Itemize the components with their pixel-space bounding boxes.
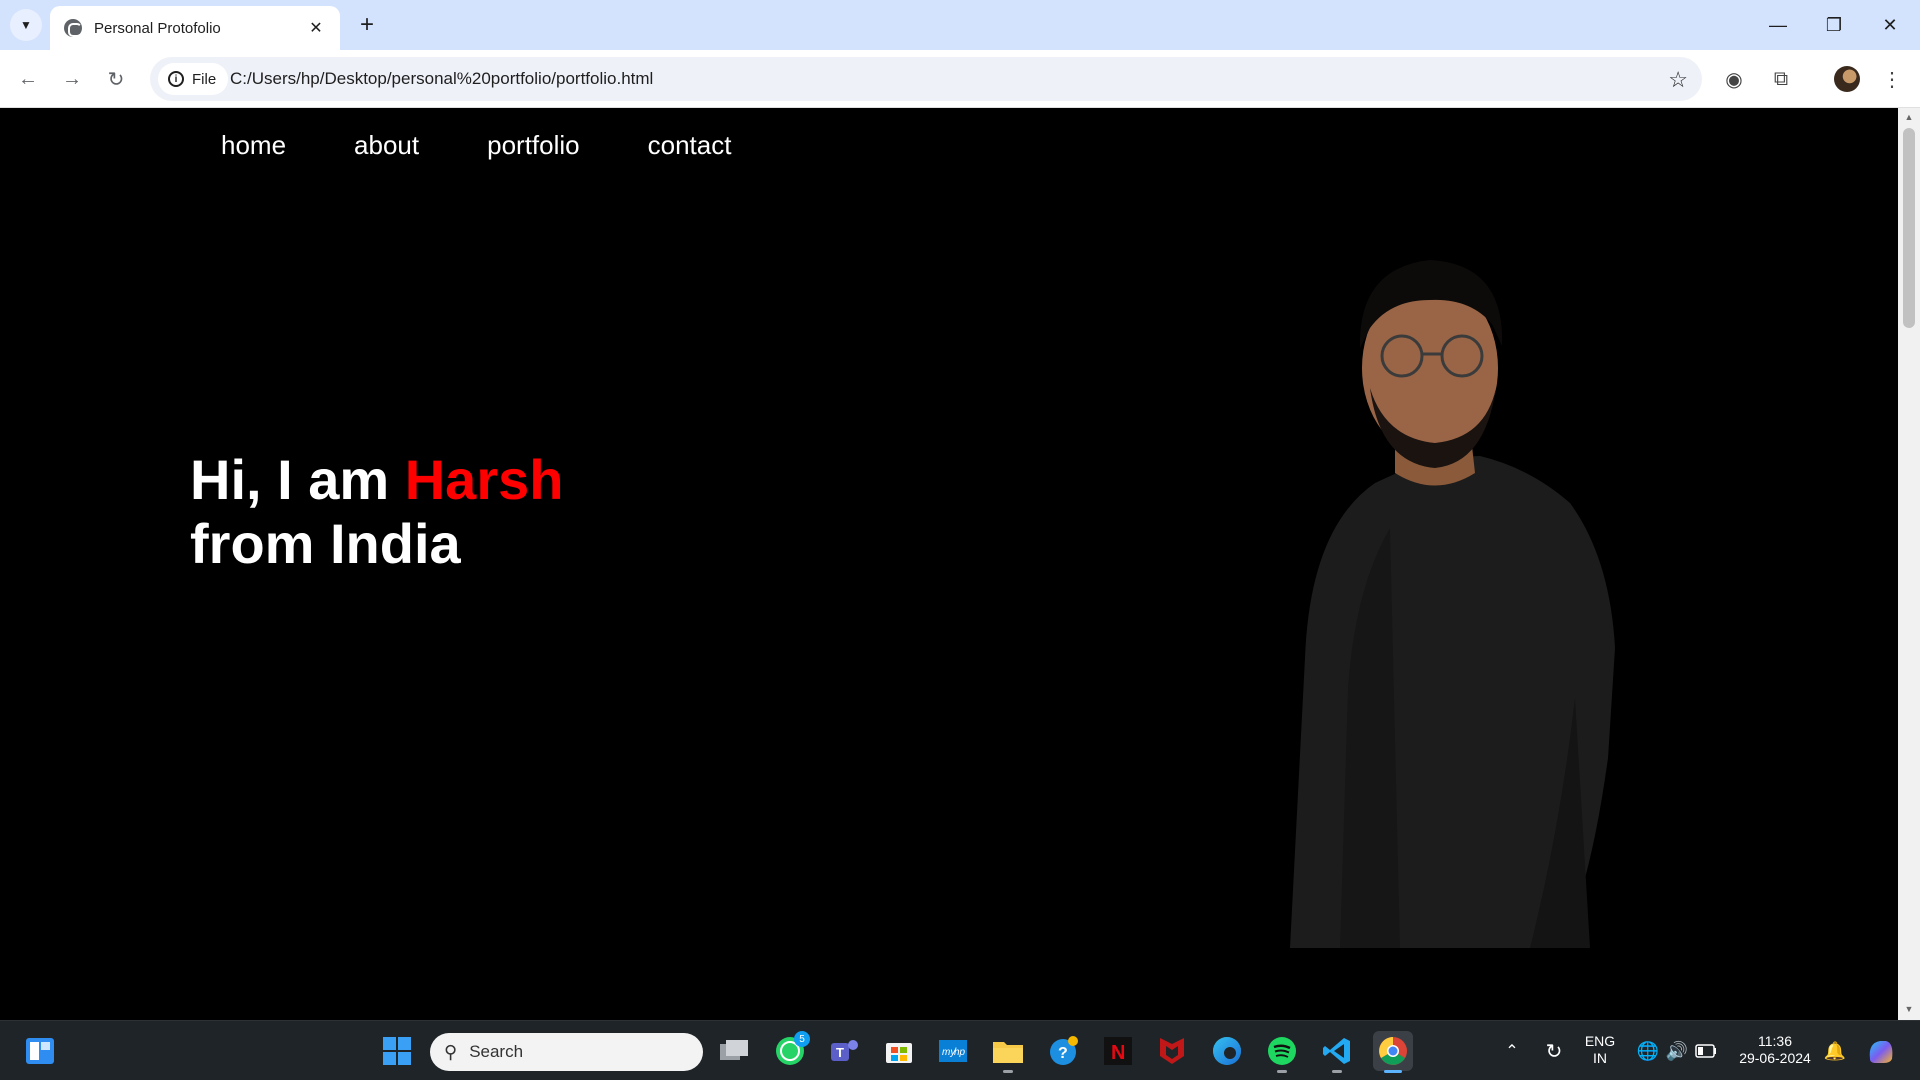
close-tab-icon[interactable]: ✕ (306, 18, 326, 38)
tab-active[interactable]: Personal Protofolio ✕ (50, 6, 340, 50)
microsoft-store-icon[interactable] (879, 1031, 919, 1071)
close-window-button[interactable]: ✕ (1862, 0, 1918, 50)
svg-text:hp: hp (954, 1047, 966, 1058)
lens-icon[interactable]: ◉ (1718, 63, 1750, 95)
back-button[interactable]: ← (12, 63, 44, 95)
site-nav: home about portfolio contact (221, 130, 731, 161)
teams-icon[interactable]: T (824, 1031, 864, 1071)
reload-button[interactable]: ↻ (100, 63, 132, 95)
profile-avatar[interactable] (1834, 66, 1860, 92)
active-indicator (1384, 1070, 1402, 1073)
widgets-icon[interactable] (20, 1031, 60, 1071)
language-indicator[interactable]: ENG IN (1580, 1033, 1620, 1067)
clock-time: 11:36 (1758, 1033, 1792, 1049)
running-indicator (1277, 1070, 1287, 1073)
get-help-icon[interactable]: ? (1044, 1031, 1084, 1071)
browser-toolbar: ← → ↻ i File C:/Users/hp/Desktop/persona… (0, 50, 1920, 108)
extensions-icon[interactable]: ⧉ (1765, 63, 1797, 95)
hero-name: Harsh (404, 448, 564, 511)
clock[interactable]: 11:36 29-06-2024 (1730, 1033, 1820, 1067)
task-view-icon[interactable] (714, 1031, 754, 1071)
nav-contact[interactable]: contact (648, 130, 732, 161)
chevron-down-icon: ▼ (20, 18, 32, 32)
info-icon: i (168, 71, 184, 87)
copilot-icon[interactable] (1861, 1031, 1901, 1071)
whatsapp-badge: 5 (794, 1031, 810, 1047)
scroll-down-icon[interactable]: ▼ (1903, 1004, 1915, 1016)
running-indicator (1332, 1070, 1342, 1073)
mcafee-icon[interactable] (1152, 1031, 1192, 1071)
netflix-icon[interactable]: N (1098, 1031, 1138, 1071)
whatsapp-icon[interactable]: 5 (770, 1031, 810, 1071)
taskbar-search[interactable]: ⚲ Search (430, 1033, 703, 1071)
site-info-label: File (192, 70, 217, 88)
nav-portfolio[interactable]: portfolio (487, 130, 580, 161)
arrow-right-icon: → (62, 67, 82, 90)
site-info-chip[interactable]: i File (158, 63, 229, 95)
taskbar: ⚲ Search 5 T my hp ? N ⌃ ↻ ENG IN 🌐 🔊 11… (0, 1020, 1920, 1080)
hero-suffix: from India (190, 512, 461, 575)
portrait-image (1290, 260, 1615, 948)
restore-button[interactable]: ❐ (1806, 0, 1862, 50)
clock-date: 29-06-2024 (1739, 1050, 1811, 1066)
page-viewport: home about portfolio contact Hi, I am Ha… (0, 108, 1898, 1020)
new-tab-button[interactable]: + (352, 10, 382, 40)
url-text[interactable]: C:/Users/hp/Desktop/personal%20portfolio… (230, 69, 653, 89)
reload-icon: ↻ (107, 68, 125, 91)
language-top: ENG (1584, 1033, 1616, 1049)
windows-start-icon[interactable] (377, 1031, 417, 1071)
minimize-button[interactable]: — (1750, 0, 1806, 50)
chevron-up-icon[interactable]: ⌃ (1492, 1031, 1532, 1071)
search-placeholder: Search (469, 1042, 524, 1061)
scrollbar-thumb[interactable] (1903, 128, 1915, 328)
svg-text:T: T (836, 1045, 844, 1060)
edge-icon[interactable] (1207, 1031, 1247, 1071)
bookmark-star-icon[interactable]: ☆ (1668, 67, 1688, 93)
tab-strip: ▼ Personal Protofolio ✕ + — ❐ ✕ (0, 0, 1920, 50)
globe-icon (64, 19, 82, 37)
battery-icon[interactable] (1686, 1031, 1726, 1071)
myhp-icon[interactable]: my hp (933, 1031, 973, 1071)
vscode-icon[interactable] (1317, 1031, 1357, 1073)
scroll-up-icon[interactable]: ▲ (1903, 112, 1915, 124)
chrome-icon[interactable] (1373, 1031, 1413, 1073)
tab-search-button[interactable]: ▼ (10, 9, 42, 41)
tab-title: Personal Protofolio (94, 19, 221, 37)
hero-prefix: Hi, I am (190, 448, 405, 511)
notification-bell-icon[interactable]: 🔔 (1815, 1031, 1855, 1071)
search-icon: ⚲ (444, 1041, 458, 1062)
running-indicator (1003, 1070, 1013, 1073)
svg-text:N: N (1111, 1042, 1125, 1064)
svg-text:?: ? (1058, 1045, 1068, 1062)
file-explorer-icon[interactable] (988, 1031, 1028, 1073)
language-bottom: IN (1593, 1050, 1607, 1066)
nav-home[interactable]: home (221, 130, 286, 161)
address-bar[interactable]: i File C:/Users/hp/Desktop/personal%20po… (150, 57, 1702, 101)
sync-icon[interactable]: ↻ (1534, 1031, 1574, 1071)
hero-heading: Hi, I am Harsh from India (190, 448, 563, 576)
arrow-left-icon: ← (18, 67, 38, 90)
nav-about[interactable]: about (354, 130, 419, 161)
spotify-icon[interactable] (1262, 1031, 1302, 1073)
forward-button[interactable]: → (56, 63, 88, 95)
page-scrollbar[interactable]: ▲ ▼ (1898, 108, 1920, 1020)
menu-kebab-icon[interactable]: ⋮ (1876, 63, 1908, 95)
